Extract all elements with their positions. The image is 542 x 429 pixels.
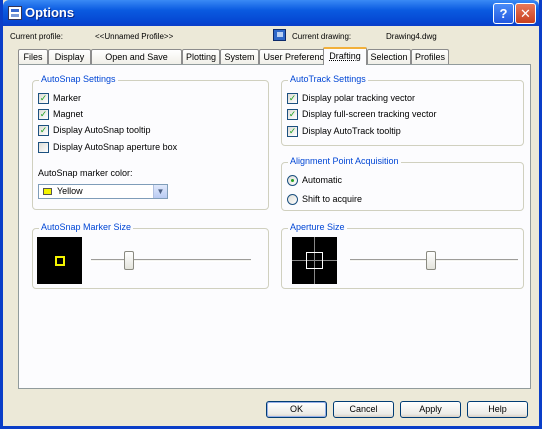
checkbox-box[interactable]: ✓ bbox=[38, 109, 49, 120]
checkbox-box[interactable]: ✓ bbox=[287, 93, 298, 104]
marker-size-group: AutoSnap Marker Size bbox=[32, 222, 269, 289]
autosnap-settings-title: AutoSnap Settings bbox=[39, 74, 118, 84]
aperture-size-preview bbox=[292, 237, 337, 284]
autotrack-tooltip-label: Display AutoTrack tooltip bbox=[302, 126, 401, 136]
help-button[interactable]: Help bbox=[467, 401, 528, 418]
autosnap-tooltip-label: Display AutoSnap tooltip bbox=[53, 125, 151, 135]
aperture-size-title: Aperture Size bbox=[288, 222, 347, 232]
current-profile-value: <<Unnamed Profile>> bbox=[95, 32, 174, 41]
marker-size-preview bbox=[37, 237, 82, 284]
marker-size-slider-thumb[interactable] bbox=[124, 251, 135, 270]
aperture-size-group: Aperture Size bbox=[281, 222, 524, 289]
ok-button[interactable]: OK bbox=[266, 401, 327, 418]
current-drawing-value: Drawing4.dwg bbox=[386, 32, 437, 41]
options-dialog: Options ? ✕ Current profile: <<Unnamed P… bbox=[0, 0, 542, 429]
help-title-button[interactable]: ? bbox=[493, 3, 514, 24]
apply-button[interactable]: Apply bbox=[400, 401, 461, 418]
shift-to-acquire-label: Shift to acquire bbox=[302, 194, 363, 204]
radio-button[interactable] bbox=[287, 175, 298, 186]
autosnap-settings-group: AutoSnap Settings ✓ Marker ✓ Magnet ✓ Di… bbox=[32, 74, 269, 210]
marker-color-value: Yellow bbox=[57, 186, 83, 196]
current-profile-label: Current profile: bbox=[10, 32, 63, 41]
tab-plotting[interactable]: Plotting bbox=[182, 49, 220, 64]
checkbox-box[interactable]: ✓ bbox=[38, 93, 49, 104]
checkbox-box[interactable]: ✓ bbox=[287, 109, 298, 120]
close-button[interactable]: ✕ bbox=[515, 3, 536, 24]
title-bar[interactable]: Options ? ✕ bbox=[3, 0, 539, 26]
tab-display[interactable]: Display bbox=[48, 49, 91, 64]
radio-button[interactable] bbox=[287, 194, 298, 205]
app-icon bbox=[8, 6, 22, 20]
polar-vector-label: Display polar tracking vector bbox=[302, 93, 416, 103]
checkbox-box[interactable]: ✓ bbox=[38, 125, 49, 136]
automatic-label: Automatic bbox=[302, 175, 343, 185]
current-drawing-label: Current drawing: bbox=[292, 32, 352, 41]
magnet-label: Magnet bbox=[53, 109, 84, 119]
tab-drafting[interactable]: Drafting bbox=[323, 47, 367, 65]
marker-label: Marker bbox=[53, 93, 82, 103]
drafting-panel: AutoSnap Settings ✓ Marker ✓ Magnet ✓ Di… bbox=[18, 64, 531, 389]
aperture-size-slider-thumb[interactable] bbox=[425, 251, 436, 270]
fullscreen-vector-label: Display full-screen tracking vector bbox=[302, 109, 437, 119]
window-title: Options bbox=[25, 5, 75, 20]
aperture-box-icon bbox=[306, 252, 323, 269]
checkbox-box[interactable] bbox=[38, 142, 49, 153]
tab-profiles[interactable]: Profiles bbox=[411, 49, 449, 64]
tab-selection[interactable]: Selection bbox=[367, 49, 411, 64]
cancel-button[interactable]: Cancel bbox=[333, 401, 394, 418]
chevron-down-icon[interactable]: ▼ bbox=[153, 185, 167, 198]
marker-size-slider-track[interactable] bbox=[91, 259, 251, 262]
color-swatch bbox=[43, 188, 52, 195]
marker-color-label: AutoSnap marker color: bbox=[38, 168, 133, 178]
aperture-box-label: Display AutoSnap aperture box bbox=[53, 142, 178, 152]
tab-files[interactable]: Files bbox=[18, 49, 48, 64]
alignment-acquisition-title: Alignment Point Acquisition bbox=[288, 156, 401, 166]
autotrack-settings-title: AutoTrack Settings bbox=[288, 74, 368, 84]
drawing-icon bbox=[273, 29, 286, 41]
snap-marker-icon bbox=[55, 256, 65, 266]
autotrack-settings-group: AutoTrack Settings ✓ Display polar track… bbox=[281, 74, 524, 146]
tab-system[interactable]: System bbox=[220, 49, 259, 64]
checkbox-box[interactable]: ✓ bbox=[287, 126, 298, 137]
tab-open-and-save[interactable]: Open and Save bbox=[91, 49, 182, 64]
marker-size-title: AutoSnap Marker Size bbox=[39, 222, 134, 232]
marker-color-select[interactable]: Yellow ▼ bbox=[38, 184, 168, 199]
alignment-acquisition-group: Alignment Point Acquisition Automatic Sh… bbox=[281, 156, 524, 211]
